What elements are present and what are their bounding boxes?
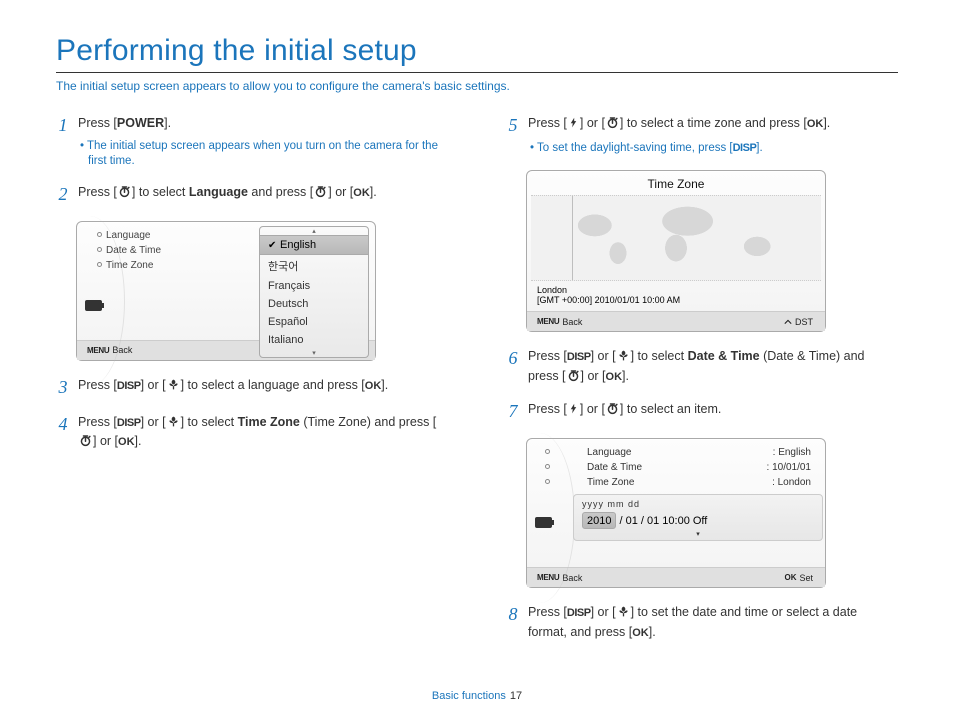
macro-icon [617,349,630,368]
list-item: ✔English [260,235,368,255]
step-5: 5 Press [] or [] to select a time zone a… [506,115,898,156]
flash-icon [568,402,579,421]
lcd-timezone-screen: Time Zone London [GMT +00:00] 2010/01/01… [526,170,826,332]
timer-icon [79,434,92,453]
language-dropdown: ▴ ✔English 한국어 Français Deutsch Español … [259,226,369,358]
timer-icon [567,369,580,388]
step-7: 7 Press [] or [] to select an item. [506,401,898,424]
power-button-label: POWER [117,116,164,130]
list-item: Español [260,313,368,331]
timer-icon [606,402,619,421]
battery-icon [85,300,102,311]
step-3: 3 Press [DISP] or [] to select a languag… [56,377,448,400]
lcd-datetime-screen: Language: English Date & Time: 10/01/01 … [526,438,826,588]
step-4: 4 Press [DISP] or [] to select Time Zone… [56,414,448,453]
date-editor: yyyy mm dd 2010/ 01 / 01 10:00 Off ▾ [573,494,823,541]
step-2: 2 Press [] to select Language and press … [56,184,448,207]
timezone-city: London [537,285,815,295]
title-rule [56,72,898,73]
lcd-language-screen: Language Date & Time Time Zone ▴ ✔Englis… [76,221,376,361]
timer-icon [314,185,327,204]
step-5-note: • To set the daylight-saving time, press… [528,141,898,157]
list-item: Deutsch [260,295,368,313]
list-item: 한국어 [260,255,368,277]
table-row: Language: English [583,445,819,460]
year-field: 2010 [582,512,616,529]
table-row: Time Zone: London [583,475,819,490]
table-row: Date & Time: 10/01/01 [583,460,819,475]
timer-icon [118,185,131,204]
timezone-title: Time Zone [531,175,821,191]
macro-icon [167,378,180,397]
up-icon [784,319,792,325]
timer-icon [606,116,619,135]
page-footer: Basic functions17 [0,690,954,702]
disp-button-label: DISP [117,380,141,392]
macro-icon [617,605,630,624]
battery-icon [535,517,552,528]
step-8: 8 Press [DISP] or [] to set the date and… [506,604,898,641]
step-1: 1 Press [POWER]. • The initial setup scr… [56,115,448,170]
flash-icon [568,116,579,135]
lcd-menu-dots [545,445,554,490]
ok-button-label: OK [353,187,370,199]
ok-icon: OK [784,573,796,582]
step-6: 6 Press [DISP] or [] to select Date & Ti… [506,348,898,387]
menu-icon: MENU [537,317,559,326]
list-item: Français [260,277,368,295]
world-map [531,195,821,281]
lcd-menu-list: Language Date & Time Time Zone [97,228,161,273]
page-subtitle: The initial setup screen appears to allo… [56,79,898,93]
column-left: 1 Press [POWER]. • The initial setup scr… [56,115,448,655]
step-1-note: • The initial setup screen appears when … [78,139,448,170]
list-item: Italiano [260,331,368,349]
page-title: Performing the initial setup [56,34,898,68]
timezone-gmt: [GMT +00:00] 2010/01/01 10:00 AM [537,295,815,305]
column-right: 5 Press [] or [] to select a time zone a… [506,115,898,655]
macro-icon [167,415,180,434]
